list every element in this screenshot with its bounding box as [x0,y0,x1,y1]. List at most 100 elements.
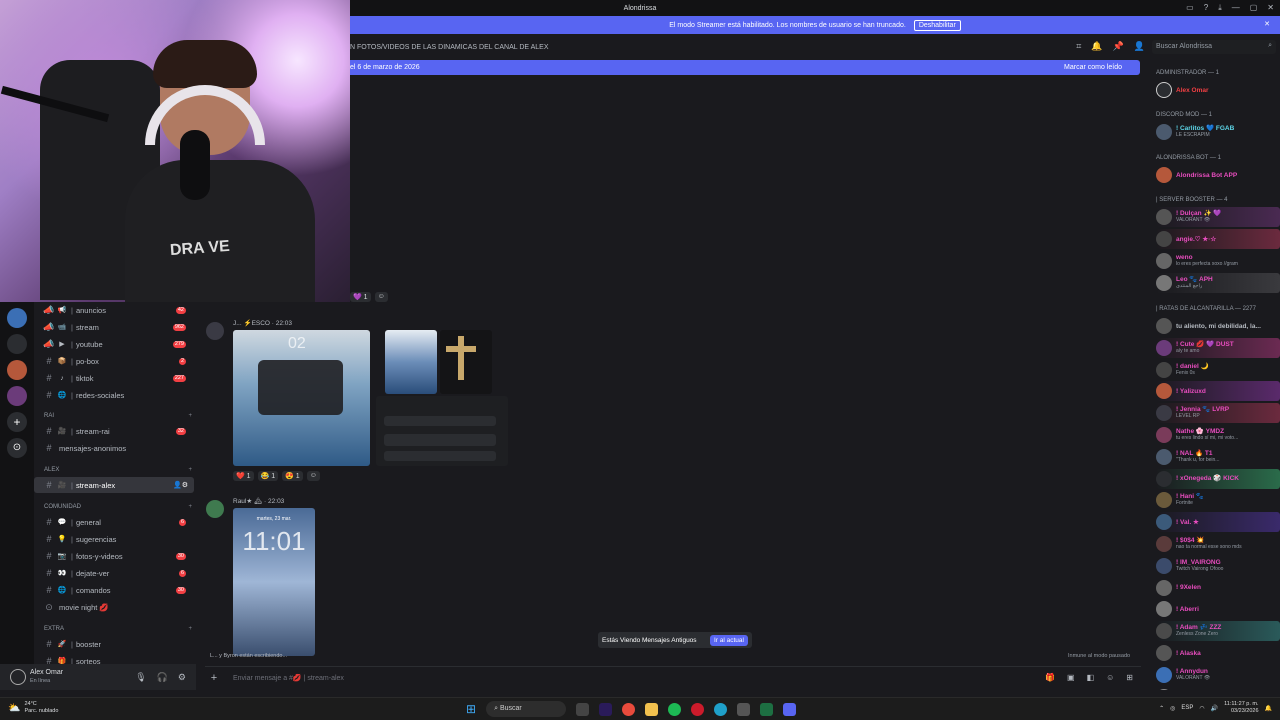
channel-mensajes-anonimos[interactable]: # mensajes-anonimos [34,440,194,456]
wifi-icon[interactable]: ◠ [1199,705,1204,712]
chevron-up-icon[interactable]: ⌃ [1159,705,1164,712]
member-item[interactable]: ! Annydun VALORANT 👁 [1156,665,1280,685]
gift-icon[interactable]: 🎁 [1045,673,1055,682]
member-item[interactable]: ! baby 🐱 [1156,687,1280,690]
weather-widget[interactable]: ⛅ 24°C Parc. nublado [8,701,58,715]
jump-present-button[interactable]: Ir al actual [710,634,748,646]
spotify-icon[interactable] [668,702,682,716]
member-item[interactable]: ! Carlitos 💙 FGAB LE ESCRAPIM [1156,122,1280,142]
minimize-icon[interactable]: — [1232,3,1240,13]
category-alex[interactable]: ALEX + [44,467,194,473]
member-item[interactable]: ! IM_VAIRONG Twitch Vairong Ofooo [1156,556,1280,576]
reaction[interactable]: 💜 1 [350,292,371,302]
avatar[interactable] [206,322,224,340]
member-item[interactable]: Nathe 🌸 YMDZ tu eres lindo sí mi, mi voto… [1156,425,1280,445]
lang-indicator[interactable]: ESP [1181,705,1193,711]
excel-icon[interactable] [760,702,774,716]
member-item[interactable]: Alondrissa Bot APP [1156,165,1280,185]
message-author[interactable]: Raul★ 🏔 · 22:03 [233,497,284,505]
channel-youtube[interactable]: 📣 ▶ | youtube 279 [34,336,194,352]
channel-movie-night[interactable]: ⊙ movie night 💋 [34,599,194,615]
member-item[interactable]: ! 9Xelen [1156,578,1280,598]
unread-bar[interactable]: el 6 de marzo de 2026 Marcar como leído [350,60,1140,75]
member-item[interactable]: ! Dulçan ✨ 💜 VALORANT 👁 [1156,207,1280,227]
edge-icon[interactable] [714,702,728,716]
server-icon[interactable] [7,360,27,380]
member-item[interactable]: ! Alaska [1156,643,1280,663]
member-item[interactable]: ! $0$4 💥 nao ta normal esse sono mds [1156,534,1280,554]
image-attachment[interactable] [440,330,492,394]
add-reaction-icon[interactable]: ☺ [306,471,320,481]
channel-stream-alex[interactable]: # 🎥 | stream-alex 👤⚙ [34,477,194,493]
member-item[interactable]: Leo 🐾 APH راجع المنتدى [1156,273,1280,293]
message-author[interactable]: J... ⚡ESCO · 22:03 [233,319,292,327]
reaction[interactable]: 😍 1 [282,471,303,481]
notification-bell-icon[interactable]: 🔔 [1265,705,1272,712]
mic-icon[interactable]: 🎙 [135,672,146,683]
clock[interactable]: 11:11:27 p. m. 03/23/2026 [1224,701,1258,715]
user-info[interactable]: Alex Omar En línea [30,669,63,685]
member-item[interactable]: weno lo eres perfecta xoxo //gram [1156,251,1280,271]
category-comunidad[interactable]: COMUNIDAD + [44,504,194,510]
add-reaction-icon[interactable]: ☺ [374,292,388,302]
message-input[interactable]: Enviar mensaje a #💋 | stream-alex [233,674,344,682]
close-banner-icon[interactable]: ✕ [1264,20,1270,28]
gif-icon[interactable]: ▣ [1067,673,1075,682]
channel-anuncios[interactable]: 📣 📢 | anuncios 42 [34,302,194,318]
avatar[interactable] [206,500,224,518]
premiere-icon[interactable] [599,702,613,716]
channel-booster[interactable]: # 🚀 | booster [34,636,194,652]
channel-stream-rai[interactable]: # 🎥 | stream-rai 32 [34,423,194,439]
members-icon[interactable]: 👤 [1134,41,1145,52]
category-extra[interactable]: EXTRA + [44,626,194,632]
discord-icon[interactable] [783,702,797,716]
add-channel-icon[interactable]: + [188,504,192,510]
member-item[interactable]: Alex Omar [1156,80,1280,100]
server-icon[interactable] [7,334,27,354]
message-composer[interactable]: + Enviar mensaje a #💋 | stream-alex 🎁 ▣ … [205,666,1141,688]
explore-icon[interactable]: ⊙ [7,438,27,458]
avatar[interactable] [10,669,26,685]
image-settings-screenshot[interactable] [376,396,508,466]
chrome-icon[interactable] [622,702,636,716]
mark-read-button[interactable]: Marcar como leído [1064,64,1122,71]
inbox-icon[interactable]: ▭ [1186,3,1194,13]
member-item[interactable]: ! Hani 🐾 Fortnite [1156,490,1280,510]
disable-streamer-button[interactable]: Deshabilitar [913,19,961,31]
reaction[interactable]: ❤️ 1 [233,471,254,481]
apps-icon[interactable]: ⊞ [1126,673,1133,682]
task-view-icon[interactable] [576,702,590,716]
add-channel-icon[interactable]: + [188,626,192,632]
maximize-icon[interactable]: ▢ [1250,3,1258,13]
channel-sugerencias[interactable]: # 💡 | sugerencias [34,531,194,547]
folder-icon[interactable] [645,702,659,716]
taskbar-search[interactable]: ⌕ Buscar [486,701,567,717]
member-item[interactable]: ! Yalizuxd [1156,381,1280,402]
member-item[interactable]: ! Aberri [1156,599,1280,619]
channel-dejate-ver[interactable]: # 👀 | dejate-ver 6 [34,565,194,581]
member-item[interactable]: ! Val. ★ [1156,512,1280,533]
headset-icon[interactable]: 🎧 [157,672,168,683]
member-item[interactable]: ! Jennia 🐾 LVRP LEVEL RP [1156,403,1280,424]
settings-icon[interactable]: ⚙ [178,672,186,683]
image-attachment[interactable]: 02 [233,330,370,466]
reaction[interactable]: 😂 1 [257,471,279,481]
server-icon[interactable] [7,386,27,406]
close-icon[interactable]: ✕ [1267,3,1274,13]
channel-settings-icon[interactable]: 👤⚙ [173,481,188,489]
image-attachment[interactable] [385,330,437,394]
member-item[interactable]: angie.♡ ★·☆ [1156,229,1280,249]
pin-icon[interactable]: 📌 [1113,41,1124,52]
channel-po-box[interactable]: # 📦 | po-box 2 [34,353,194,369]
attach-icon[interactable]: + [205,672,223,684]
emoji-icon[interactable]: ☺ [1106,673,1114,682]
store-icon[interactable] [737,702,751,716]
image-attachment[interactable]: martes, 23 mar. 11:01 [233,508,315,656]
add-channel-icon[interactable]: + [188,467,192,473]
download-icon[interactable]: ⤓ [1218,3,1222,13]
member-item[interactable]: ! NAL 🔥 T1 "Thank u, for bein... [1156,447,1280,467]
channel-sorteos[interactable]: # 🎁 | sorteos [34,653,194,664]
channel-redes-sociales[interactable]: # 🌐 | redes-sociales [34,387,194,403]
member-item[interactable]: ! Adam 💤 ZZZ Zenless Zone Zero [1156,621,1280,642]
member-item[interactable]: ! xOnegeda 🎲 KICK [1156,468,1280,489]
